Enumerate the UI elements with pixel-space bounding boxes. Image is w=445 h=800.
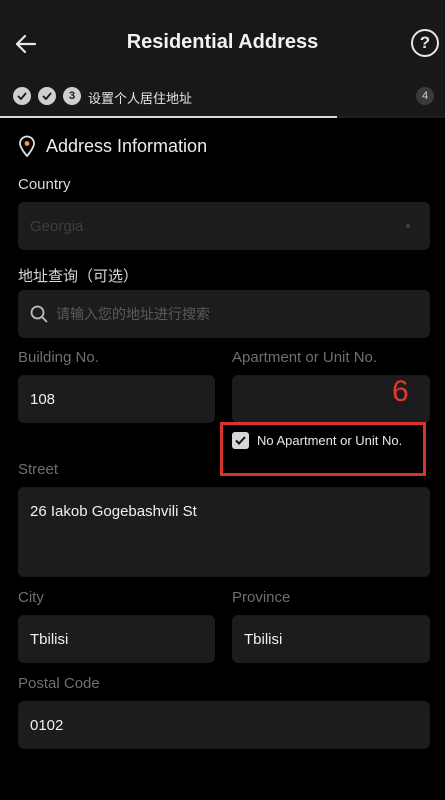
street-label: Street xyxy=(18,461,59,478)
building-label: Building No. xyxy=(18,349,99,366)
no-apartment-label[interactable]: No Apartment or Unit No. xyxy=(257,433,402,448)
page-title: Residential Address xyxy=(126,31,319,53)
apartment-label: Apartment or Unit No. xyxy=(232,349,378,366)
step-progress: 3 设置个人居住地址 4 xyxy=(0,76,445,118)
country-label: Country xyxy=(18,176,71,193)
search-icon xyxy=(30,305,48,323)
street-value: 26 Iakob Gogebashvili St xyxy=(30,503,197,520)
help-button[interactable]: ? xyxy=(411,29,439,57)
city-value: Tbilisi xyxy=(30,630,69,648)
annotation-number: 6 xyxy=(392,375,409,408)
step-current: 3 xyxy=(63,87,81,105)
top-app-bar: Residential Address ? xyxy=(0,0,445,86)
check-icon xyxy=(42,92,52,100)
section-header: Address Information xyxy=(18,135,207,157)
section-title: Address Information xyxy=(46,135,208,156)
province-label: Province xyxy=(232,589,291,606)
street-textarea[interactable]: 26 Iakob Gogebashvili St xyxy=(18,487,430,577)
postal-label: Postal Code xyxy=(18,675,100,692)
postal-input[interactable]: 0102 xyxy=(18,701,430,749)
step-2-complete xyxy=(38,87,56,105)
province-value: Tbilisi xyxy=(244,630,283,648)
annotation-highlight-box xyxy=(220,422,426,476)
building-value: 108 xyxy=(30,390,56,408)
step-1-complete xyxy=(13,87,31,105)
check-icon xyxy=(235,436,246,445)
city-label: City xyxy=(18,589,44,606)
progress-line-remaining xyxy=(337,116,445,118)
step-total: 4 xyxy=(416,87,434,105)
country-value: Georgia xyxy=(30,217,84,235)
check-icon xyxy=(17,92,27,100)
address-search-placeholder: 请输入您的地址进行搜索 xyxy=(56,306,210,322)
city-input[interactable]: Tbilisi xyxy=(18,615,215,663)
question-circle-icon: ? xyxy=(419,33,431,52)
province-input[interactable]: Tbilisi xyxy=(232,615,430,663)
building-input[interactable]: 108 xyxy=(18,375,215,423)
address-search-input[interactable]: 请输入您的地址进行搜索 xyxy=(18,290,430,338)
progress-line-filled xyxy=(0,116,337,118)
address-search-label: 地址查询（可选） xyxy=(18,268,139,285)
chevron-down-icon xyxy=(406,224,410,228)
country-select[interactable]: Georgia xyxy=(18,202,430,250)
map-pin-icon xyxy=(19,135,35,157)
no-apartment-checkbox[interactable] xyxy=(232,432,249,449)
step-label: 设置个人居住地址 xyxy=(88,91,193,106)
postal-value: 0102 xyxy=(30,716,64,734)
